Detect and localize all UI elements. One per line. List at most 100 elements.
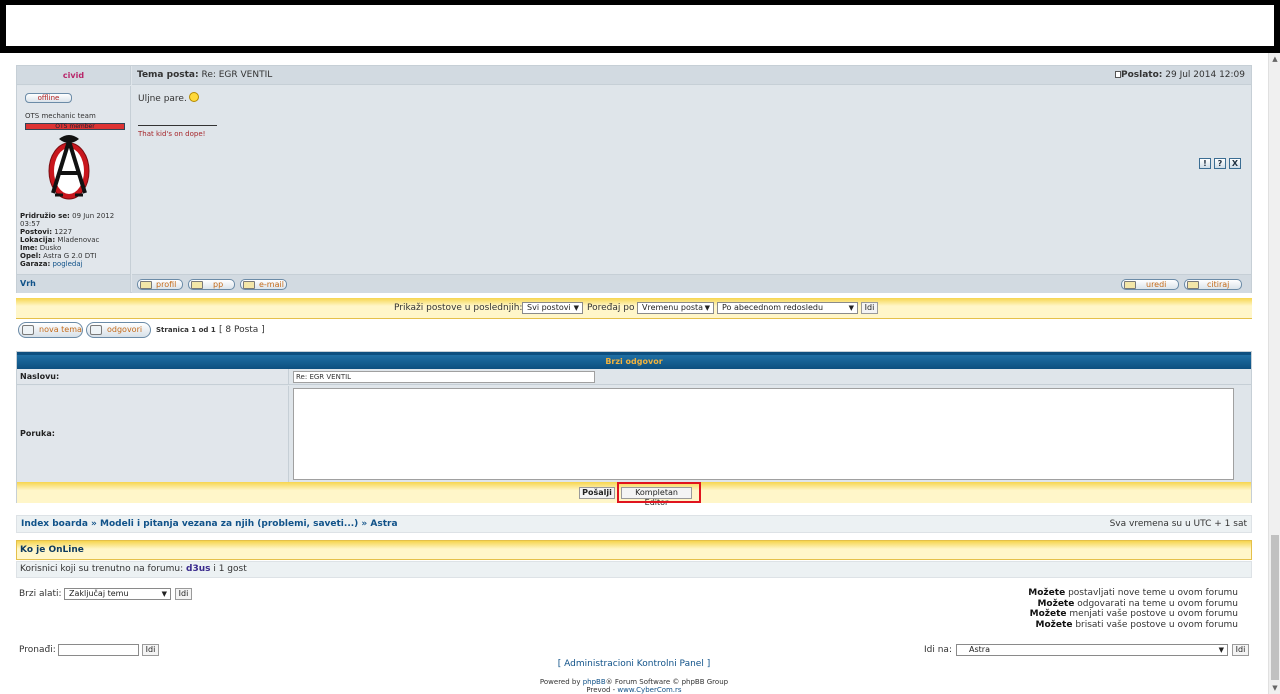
online-user-link[interactable]: d3us [186,564,210,574]
vertical-scrollbar[interactable]: ▲ ▼ [1268,53,1280,694]
offline-badge: offline [25,93,72,103]
quick-tools-select[interactable]: Zaključaj temu ▼ [64,588,171,600]
translation-credit: Prevod - www.CyberCom.rs [0,686,1268,694]
new-topic-icon [22,325,34,335]
car-row: Opel: Astra G 2.0 DTI [20,252,130,260]
page-indicator: Stranica 1 od 1 [156,326,216,334]
breadcrumb-separator: » [91,519,97,529]
reply-button[interactable]: odgovori [86,322,151,338]
message-label: Poruka: [17,386,289,482]
quote-button[interactable]: citiraj [1184,279,1242,290]
permission-line: Možete odgovarati na teme u ovom forumu [1028,599,1238,610]
joined-label: Pridružio se: [20,212,70,220]
chevron-down-icon: ▼ [161,590,167,598]
permission-bold: Možete [1035,619,1073,630]
breadcrumb-forum[interactable]: Modeli i pitanja vezana za njih (problem… [100,519,358,529]
user-stats: Pridružio se: 09 Jun 2012 03:57 Postovi:… [20,212,130,268]
post-count: [ 8 Posta ] [219,325,265,335]
permission-text: menjati vaše postove u ovom forumu [1069,609,1238,619]
phpbb-link[interactable]: phpBB [583,678,606,686]
subject-input[interactable]: Re: EGR VENTIL [293,371,595,383]
sort-by-select[interactable]: Vremenu posta ▼ [637,302,714,314]
report-icon[interactable]: ! [1199,158,1211,169]
quick-tools-go-button[interactable]: Idi [175,588,192,600]
jump-to-value: Astra [969,645,990,654]
joined-row: Pridružio se: 09 Jun 2012 03:57 [20,212,130,228]
scroll-up-icon[interactable]: ▲ [1269,53,1280,65]
new-topic-button[interactable]: nova tema [18,322,83,338]
show-posts-select[interactable]: Svi postovi ▼ [522,302,583,314]
breadcrumb-home[interactable]: Index boarda [21,519,88,529]
location-row: Lokacija: Mladenovac [20,236,130,244]
sort-by-label: Poređaj po [587,303,635,313]
jump-to-go-button[interactable]: Idi [1232,644,1249,656]
pm-button[interactable]: pp [188,279,235,290]
send-button[interactable]: Pošalji [579,487,615,499]
edit-button[interactable]: uredi [1121,279,1179,290]
edit-button-label: uredi [1146,280,1167,289]
powered-by: Powered by phpBB® Forum Software © phpBB… [0,678,1268,686]
admin-panel-link[interactable]: [ Administracioni Kontrolni Panel ] [0,659,1268,669]
name-value: Dusko [39,244,62,252]
timezone-info: Sva vremena su u UTC + 1 sat [1109,519,1247,529]
message-row: Poruka: [17,386,1251,482]
user-avatar [48,135,90,200]
display-filter-bar: Prikaži postove u poslednjih: Svi postov… [16,298,1252,319]
smiley-icon [188,92,199,102]
post-footer-buttons: profil pp e-mail uredi citiraj [132,274,1251,293]
rank-bar: OTS member [25,123,125,130]
profile-button[interactable]: profil [137,279,183,290]
user-rank: OTS mechanic team [25,112,96,120]
reply-icon [90,325,102,335]
quote-button-label: citiraj [1207,280,1230,289]
post-message: Uljne pare. [138,92,199,104]
breadcrumb-links: Index boarda » Modeli i pitanja vezana z… [21,519,398,529]
pm-button-label: pp [213,280,224,289]
posts-value: 1227 [54,228,73,236]
translation-pre: Prevod - [586,686,616,694]
subject-row: Naslovu: Re: EGR VENTIL [17,369,1251,385]
post-author[interactable]: civid [17,66,131,85]
top-blank-area [6,5,1274,46]
info-icon[interactable]: ? [1214,158,1226,169]
filter-go-button[interactable]: Idi [861,302,878,314]
breadcrumb-subforum[interactable]: Astra [370,519,397,529]
forum-permissions: Možete postavljati nove teme u ovom foru… [1028,588,1238,630]
profile-icon [140,281,152,289]
car-value: Astra G 2.0 DTI [43,252,97,260]
top-black-bar [0,0,1280,53]
search-input[interactable] [58,644,139,656]
search-go-button[interactable]: Idi [142,644,159,656]
translation-link[interactable]: www.CyberCom.rs [617,686,681,694]
show-posts-label: Prikaži postove u poslednjih: [394,303,523,313]
rank-bar-text: OTS member [55,123,95,130]
message-textarea[interactable] [293,388,1234,480]
profile-button-label: profil [156,280,177,289]
scroll-down-icon[interactable]: ▼ [1269,682,1280,694]
post-container: civid Tema posta: Re: EGR VENTIL Poslato… [16,65,1252,293]
posts-row: Postovi: 1227 [20,228,130,236]
online-guests: i 1 gost [213,564,247,574]
quote-icon [1187,281,1199,289]
chevron-down-icon: ▼ [848,304,854,312]
breadcrumb: Index boarda » Modeli i pitanja vezana z… [16,515,1252,533]
subject-label: Tema posta: [137,70,199,80]
sort-order-select[interactable]: Po abecednom redosledu ▼ [717,302,858,314]
garage-link[interactable]: pogledaj [52,260,82,268]
back-to-top-link[interactable]: Vrh [17,274,131,293]
delete-icon[interactable]: X [1229,158,1241,169]
quick-reply-panel: Brzi odgovor Naslovu: Re: EGR VENTIL Por… [16,351,1252,507]
post-header: Tema posta: Re: EGR VENTIL Poslato: 29 J… [132,66,1251,85]
permission-bold: Možete [1037,598,1075,609]
name-row: Ime: Dusko [20,244,130,252]
email-button[interactable]: e-mail [240,279,287,290]
location-label: Lokacija: [20,236,56,244]
jump-to-select[interactable]: Astra ▼ [956,644,1228,656]
breadcrumb-separator: » [361,519,368,529]
who-is-online-body: Korisnici koji su trenutno na forumu: d3… [16,561,1252,578]
scrollbar-thumb[interactable] [1271,535,1279,680]
name-label: Ime: [20,244,38,252]
permission-text: odgovarati na teme u ovom forumu [1077,598,1238,609]
pm-icon [191,281,203,289]
sort-by-value: Vremenu posta [642,303,704,312]
